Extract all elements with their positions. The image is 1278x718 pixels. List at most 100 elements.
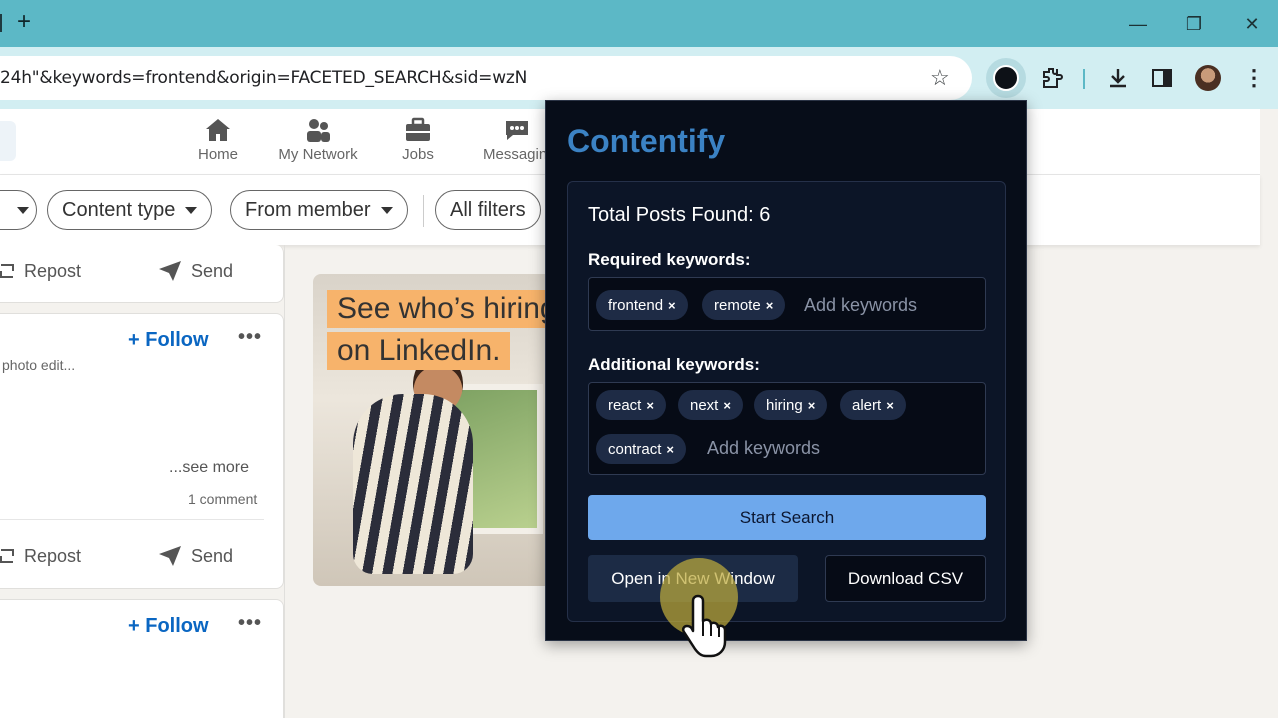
- from-member-filter[interactable]: From member: [230, 190, 408, 230]
- nav-my-network[interactable]: My Network: [273, 117, 363, 163]
- nav-messaging[interactable]: Messagin: [473, 117, 547, 163]
- repost-button[interactable]: Repost: [0, 259, 81, 283]
- post-card-2: + Follow ••• photo edit... ...see more 1…: [0, 313, 284, 589]
- contentify-logo: [993, 65, 1019, 91]
- remove-chip-icon[interactable]: ×: [723, 398, 731, 413]
- new-tab-icon[interactable]: +: [12, 10, 36, 35]
- required-keywords-input[interactable]: Add keywords: [804, 295, 917, 316]
- side-panel-icon[interactable]: [1142, 58, 1182, 98]
- remove-chip-icon[interactable]: ×: [666, 442, 674, 457]
- keyword-chip[interactable]: hiring ×: [754, 390, 828, 420]
- chip-label: contract: [608, 440, 662, 458]
- puzzle-extensions-icon[interactable]: [1032, 58, 1072, 98]
- follow-button[interactable]: + Follow: [128, 615, 209, 638]
- nav-home-label: Home: [197, 146, 238, 163]
- more-options-icon[interactable]: •••: [238, 326, 262, 349]
- follow-button[interactable]: + Follow: [128, 329, 209, 352]
- start-search-button[interactable]: Start Search: [588, 495, 986, 540]
- ad-headline-2: on LinkedIn.: [327, 332, 511, 370]
- total-posts-found: Total Posts Found: 6: [588, 204, 771, 226]
- keyword-chip[interactable]: react ×: [596, 390, 666, 420]
- remove-chip-icon[interactable]: ×: [886, 398, 894, 413]
- profile-avatar[interactable]: [1188, 58, 1228, 98]
- additional-keywords-input[interactable]: Add keywords: [707, 438, 820, 459]
- repost-icon: [0, 549, 14, 563]
- additional-keywords-box[interactable]: react × next × hiring × alert × contract…: [588, 382, 986, 475]
- avatar-image: [1195, 65, 1221, 91]
- nav-messaging-label: Messagin: [483, 146, 547, 163]
- send-button[interactable]: Send: [157, 544, 233, 568]
- address-bar[interactable]: 24h"&keywords=frontend&origin=FACETED_SE…: [0, 56, 972, 100]
- close-window-button[interactable]: ✕: [1238, 10, 1266, 38]
- keyword-chip[interactable]: remote ×: [702, 290, 786, 320]
- chevron-down-icon: [185, 206, 198, 214]
- menu-kebab-icon[interactable]: ⋮: [1234, 58, 1274, 98]
- repost-label: Repost: [24, 545, 82, 566]
- chip-label: react: [608, 396, 642, 414]
- repost-label: Repost: [24, 260, 82, 281]
- nav-home[interactable]: Home: [173, 117, 263, 163]
- follow-label: Follow: [145, 329, 209, 351]
- additional-keywords-label: Additional keywords:: [588, 355, 760, 374]
- nav-jobs[interactable]: Jobs: [373, 117, 463, 163]
- see-more-link[interactable]: ...see more: [169, 459, 249, 477]
- chip-label: next: [690, 396, 719, 414]
- post-card-1: Repost Send: [0, 245, 284, 303]
- download-csv-button[interactable]: Download CSV: [825, 555, 986, 602]
- required-keywords-box[interactable]: frontend × remote × Add keywords: [588, 277, 986, 331]
- more-options-icon[interactable]: •••: [238, 612, 262, 635]
- required-keywords-label: Required keywords:: [588, 250, 751, 269]
- post-snippet: photo edit...: [2, 357, 76, 373]
- remove-chip-icon[interactable]: ×: [808, 398, 816, 413]
- all-filters-button[interactable]: All filters: [435, 190, 541, 230]
- send-button[interactable]: Send: [157, 259, 233, 283]
- popup-title: Contentify: [567, 123, 726, 159]
- restore-button[interactable]: ❐: [1180, 10, 1208, 38]
- tab-edge: [0, 14, 2, 32]
- send-label: Send: [191, 260, 234, 281]
- url-text[interactable]: 24h"&keywords=frontend&origin=FACETED_SE…: [0, 68, 527, 88]
- popup-panel: Total Posts Found: 6 Required keywords: …: [567, 181, 1006, 622]
- network-icon: [307, 119, 330, 142]
- hand-cursor-icon: [681, 594, 727, 658]
- messaging-icon: [506, 121, 528, 140]
- home-icon: [206, 119, 230, 141]
- remove-chip-icon[interactable]: ×: [668, 298, 676, 313]
- plus-icon: +: [128, 329, 146, 351]
- content-type-label: Content type: [62, 198, 176, 221]
- keyword-chip[interactable]: contract ×: [596, 434, 686, 464]
- follow-label: Follow: [145, 615, 209, 637]
- linkedin-hiring-ad[interactable]: See who’s hiring on LinkedIn.: [313, 274, 553, 586]
- keyword-chip[interactable]: next ×: [678, 390, 743, 420]
- download-icon[interactable]: [1098, 58, 1138, 98]
- plus-icon: +: [128, 615, 146, 637]
- from-member-label: From member: [245, 198, 371, 221]
- filter-divider: [423, 195, 424, 227]
- toolbar-separator: [1083, 69, 1085, 89]
- contentify-extension-icon[interactable]: [986, 58, 1026, 98]
- briefcase-icon: [406, 117, 430, 141]
- column-divider: [284, 245, 285, 718]
- remove-chip-icon[interactable]: ×: [766, 298, 774, 313]
- chevron-down-icon: [17, 206, 29, 214]
- keyword-chip[interactable]: alert ×: [840, 390, 906, 420]
- repost-button[interactable]: Repost: [0, 544, 81, 568]
- chip-label: hiring: [766, 396, 803, 414]
- chip-label: alert: [852, 396, 882, 414]
- bookmark-star-icon[interactable]: ☆: [930, 65, 950, 91]
- linkedin-search-box[interactable]: [0, 121, 16, 161]
- minimize-button[interactable]: —: [1124, 10, 1152, 38]
- ad-person-image: [353, 394, 473, 574]
- contentify-popup: Contentify Total Posts Found: 6 Required…: [545, 100, 1027, 641]
- browser-tab-bar: + — ❐ ✕: [0, 0, 1278, 47]
- all-filters-label: All filters: [450, 198, 526, 221]
- filter-dropdown-partial[interactable]: [0, 190, 37, 230]
- ad-headline-1: See who’s hiring: [327, 290, 553, 328]
- content-type-filter[interactable]: Content type: [47, 190, 213, 230]
- send-label: Send: [191, 545, 234, 566]
- remove-chip-icon[interactable]: ×: [646, 398, 654, 413]
- keyword-chip[interactable]: frontend ×: [596, 290, 688, 320]
- card-divider: [0, 519, 264, 520]
- comment-count[interactable]: 1 comment: [188, 491, 257, 507]
- send-icon: [159, 261, 181, 281]
